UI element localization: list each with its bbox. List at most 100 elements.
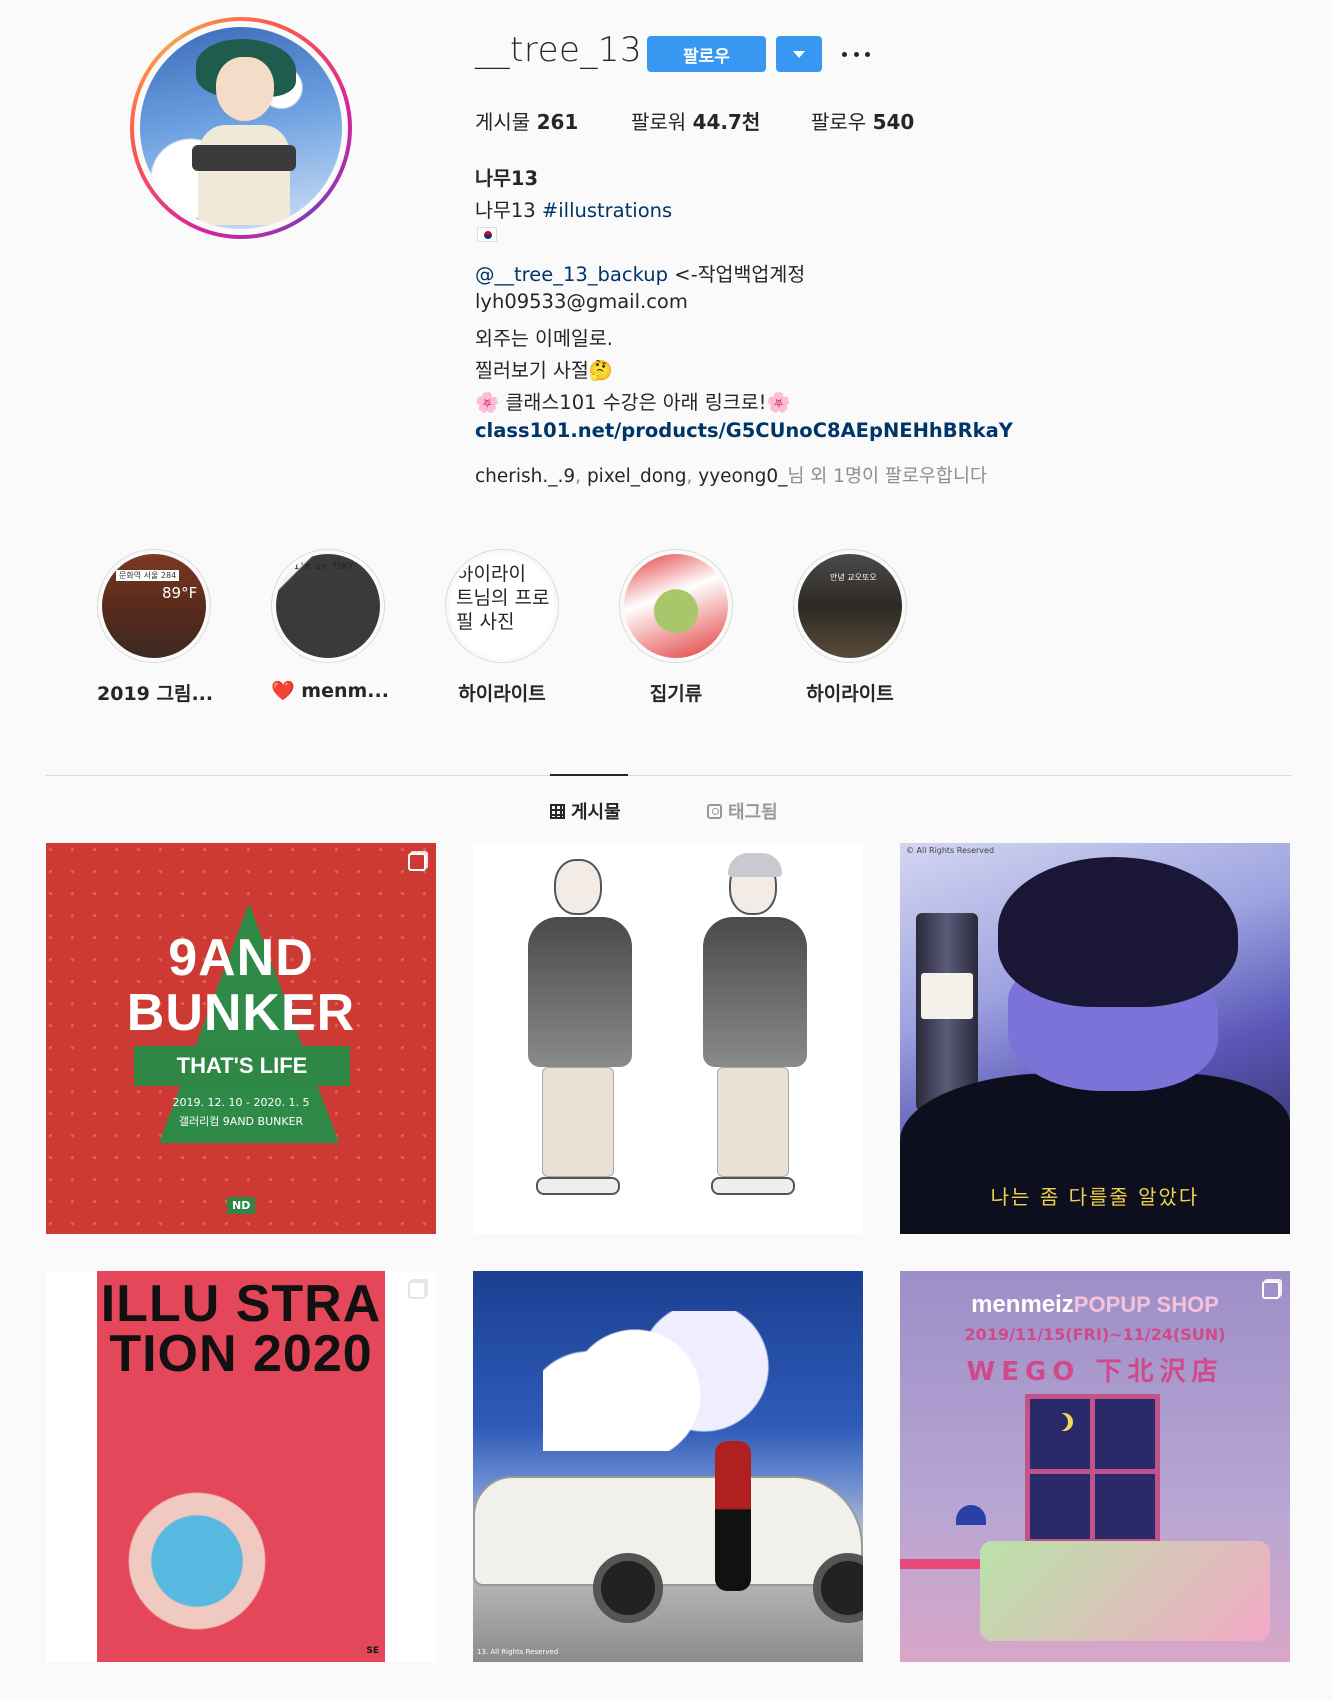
figure-right [703, 853, 807, 1195]
avatar-body [198, 125, 290, 225]
highlight-ring: I'm in TOKY [271, 549, 385, 663]
chevron-down-icon [793, 50, 805, 58]
bio-nudge-note: 찔러보기 사절🤔 [475, 359, 614, 382]
avatar-frame [134, 21, 348, 235]
tab-tagged-label: 태그됨 [728, 802, 778, 823]
mutual-user-2[interactable]: pixel_dong [587, 466, 687, 487]
bio-line1-text: 나무13 [475, 199, 536, 222]
followers-count[interactable]: 팔로워 44.7천 [631, 106, 760, 135]
profile-username: __tree_13 [475, 30, 643, 70]
posts-count: 게시물 261 [475, 106, 578, 135]
poster-badge: SE [366, 1646, 379, 1656]
figure-cap [728, 853, 782, 877]
post-thumbnail[interactable]: 9AND BUNKER THAT'S LIFE 2019. 12. 10 - 2… [46, 843, 436, 1234]
bio-line-backup: @__tree_13_backup <-작업백업계정 [475, 258, 805, 287]
avatar [140, 27, 342, 229]
post-thumbnail[interactable] [473, 843, 863, 1234]
highlight-cover: 하이라이 트님의 프로 필 사진 [450, 554, 554, 658]
carousel-icon [408, 1281, 426, 1299]
post-text: 9AND [168, 929, 314, 987]
highlight-item[interactable]: 안녕 교오또오 하이라이트 [793, 549, 907, 706]
post-caption: 나는 좀 다를줄 알았다 [990, 1185, 1200, 1209]
highlight-item[interactable]: I'm in TOKY ❤️ menm... [271, 549, 389, 702]
suggested-accounts-dropdown-button[interactable] [776, 36, 822, 72]
bio-display-name: 나무13 [475, 167, 539, 190]
backup-account-link[interactable]: @__tree_13_backup [475, 263, 668, 286]
post-copyright: © All Rights Reserved [906, 846, 995, 855]
hashtag-link[interactable]: #illustrations [542, 199, 672, 222]
coffee-can-label [921, 973, 973, 1019]
post-thumbnail[interactable]: © All Rights Reserved 나는 좀 다를줄 알았다 [900, 843, 1290, 1234]
followers-count-value: 44.7천 [692, 110, 761, 134]
highlight-item[interactable]: 하이라이 트님의 프로 필 사진 하이라이트 [445, 549, 559, 706]
figure-jacket [528, 917, 632, 1067]
post-badge: ND [227, 1197, 256, 1214]
highlight-label: 2019 그림... [97, 683, 214, 705]
post-thumbnail[interactable]: 13. All Rights Reserved [473, 1271, 863, 1662]
tab-tagged[interactable]: 태그됨 [707, 798, 778, 824]
tabs-divider [46, 775, 1292, 776]
korea-flag-icon [477, 227, 497, 242]
posts-count-label: 게시물 [475, 110, 531, 134]
mutual-user-1[interactable]: cherish._.9 [475, 466, 575, 487]
followers-count-label: 팔로워 [631, 110, 687, 134]
highlight-ring: 안녕 교오또오 [793, 549, 907, 663]
avatar-face [216, 57, 274, 121]
highlight-item[interactable]: 문화역 서울 284 89°F 2019 그림... [97, 549, 214, 706]
highlight-ring [619, 549, 733, 663]
figure-head [554, 859, 602, 915]
mutual-user-3[interactable]: yyeong0_ [698, 466, 787, 487]
highlight-inner-text: I'm in TOKY [294, 562, 354, 572]
highlight-inner-text: 89°F [162, 584, 198, 602]
tagged-icon [707, 803, 722, 819]
following-count[interactable]: 팔로우 540 [811, 106, 914, 135]
bio-external-link[interactable]: class101.net/products/G5CUnoC8AEpNEHhBRk… [475, 419, 1013, 442]
more-dot-icon [865, 51, 870, 57]
post-venue: 갤러리컴 9AND BUNKER [178, 1115, 304, 1128]
mutual-followers[interactable]: cherish._.9, pixel_dong, yyeong0_님 외 1명이… [475, 462, 987, 488]
figure-shoes [536, 1177, 620, 1195]
following-count-value: 540 [872, 110, 915, 134]
avatar-top [192, 145, 296, 171]
poster: ILLU STRA TION 2020 SE [97, 1271, 385, 1662]
follow-button[interactable]: 팔로우 [647, 36, 766, 72]
post-store: WEGO 下北沢店 [966, 1357, 1224, 1387]
highlight-label: ❤️ menm... [271, 680, 389, 702]
tab-posts[interactable]: 게시물 [550, 798, 621, 824]
bio-class-note: 🌸 클래스101 수강은 아래 링크로!🌸 [475, 391, 791, 414]
highlight-cover: 안녕 교오또오 [798, 554, 902, 658]
highlight-item[interactable]: 집기류 [619, 549, 733, 706]
mutual-suffix: 님 외 1명이 팔로우합니다 [787, 466, 987, 487]
cloud-shape [543, 1311, 773, 1451]
car-shape [473, 1476, 863, 1586]
profile-avatar-story-ring[interactable] [130, 17, 352, 239]
backup-note: <-작업백업계정 [674, 263, 806, 286]
post-brand: menmeizPOPUP SHOP [900, 1291, 1290, 1319]
post-thumbnail[interactable]: ILLU STRA TION 2020 SE [46, 1271, 436, 1662]
figure-shoes [711, 1177, 795, 1195]
highlight-label: 하이라이트 [806, 683, 894, 705]
poster-title: ILLU STRA TION 2020 [100, 1275, 382, 1383]
post-dates: 2019/11/15(FRI)~11/24(SUN) [964, 1325, 1226, 1344]
post-text: BUNKER [126, 984, 356, 1042]
bio-commission-note: 외주는 이메일로. [475, 327, 613, 350]
window-shape [1025, 1394, 1160, 1544]
figure-pants [717, 1067, 789, 1177]
following-count-label: 팔로우 [811, 110, 867, 134]
person-shape [715, 1441, 751, 1591]
highlight-sticker: 문화역 서울 284 [116, 570, 180, 581]
figure-left [528, 859, 632, 1195]
tab-posts-label: 게시물 [571, 802, 621, 823]
highlight-inner-text: 하이라이 트님의 프로 필 사진 [456, 563, 550, 633]
bed-shape [980, 1541, 1270, 1641]
post-thumbnail[interactable]: menmeizPOPUP SHOP 2019/11/15(FRI)~11/24(… [900, 1271, 1290, 1662]
more-dot-icon [842, 51, 847, 57]
lamp-shape [956, 1505, 986, 1525]
figure-jacket [703, 917, 807, 1067]
popup-label: POPUP SHOP [1073, 1292, 1219, 1317]
post-date: 2019. 12. 10 - 2020. 1. 5 [172, 1096, 310, 1109]
more-dot-icon [853, 51, 859, 57]
more-options-button[interactable] [842, 36, 870, 72]
highlight-cover: I'm in TOKY [276, 554, 380, 658]
highlight-ring: 문화역 서울 284 89°F [97, 549, 211, 663]
